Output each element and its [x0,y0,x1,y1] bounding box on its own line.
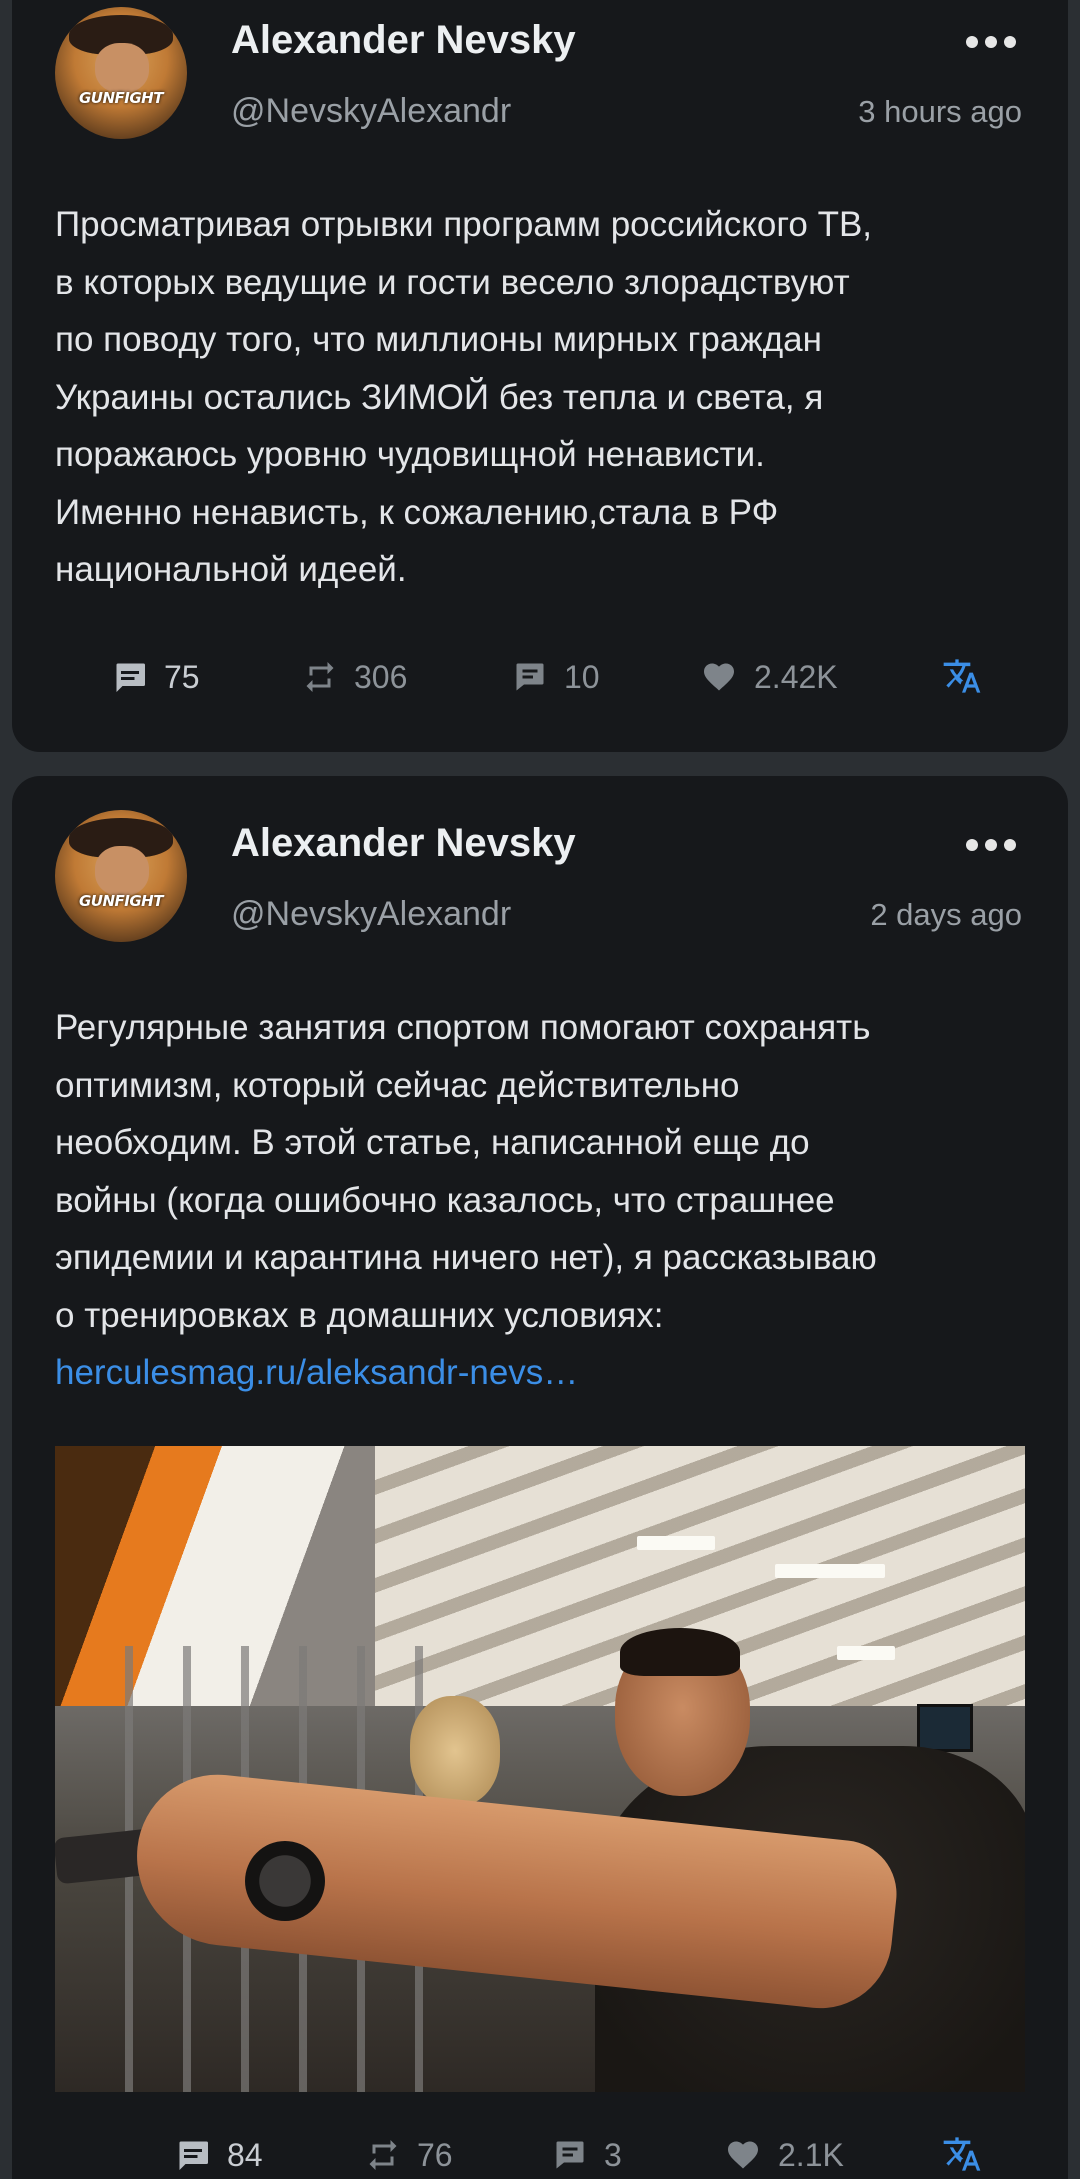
likes-button[interactable]: 2.42K [700,652,838,702]
post-actions: 75 306 10 2.42K [12,652,1068,702]
author-name[interactable]: Alexander Nevsky [231,821,576,866]
translate-icon[interactable] [942,656,982,696]
author-handle[interactable]: @NevskyAlexandr [231,895,511,934]
image-ceiling-light [837,1646,895,1660]
article-link[interactable]: herculesmag.ru/aleksandr-nevs… [55,1353,578,1392]
post-text-line: в которых ведущие и гости весело злорадс… [55,262,850,302]
image-ceiling-light [775,1564,885,1578]
post-text-line: о тренировках в домашних условиях: [55,1295,664,1335]
replies-button[interactable]: 75 [112,652,200,702]
retweets-count: 76 [417,2136,453,2173]
likes-count: 2.42K [754,658,838,695]
comment-icon [116,663,145,692]
quotes-count: 3 [604,2136,622,2173]
likes-count: 2.1K [778,2136,844,2173]
post-text-line: войны (когда ошибочно казалось, что стра… [55,1180,835,1220]
quote-icon [516,663,544,691]
post-text-line: эпидемии и карантина ничего нет), я расс… [55,1238,877,1277]
post-text-line: национальной идеей. [55,550,407,589]
post-timestamp[interactable]: 3 hours ago [858,94,1022,130]
retweets-button[interactable]: 76 [365,2130,453,2179]
author-handle[interactable]: @NevskyAlexandr [231,92,511,131]
image-wristwatch [245,1841,325,1921]
post-image[interactable] [55,1446,1025,2092]
more-options-icon[interactable] [966,837,1016,853]
post-timestamp[interactable]: 2 days ago [870,897,1022,933]
quote-icon [556,2141,584,2169]
author-name[interactable]: Alexander Nevsky [231,18,576,63]
author-avatar[interactable]: GUNFIGHT [55,810,187,942]
post-actions: 84 76 3 2.1K [12,2130,1068,2179]
post-text-line: Именно ненависть, к сожалению,стала в РФ [55,492,779,532]
post-text-line: Украины остались ЗИМОЙ без тепла и света… [55,377,824,417]
comment-icon [179,2141,208,2170]
heart-icon [728,2141,758,2169]
avatar-face [95,43,149,93]
retweets-count: 306 [354,658,408,695]
image-ceiling-light [637,1536,715,1550]
retweet-icon [369,2140,397,2170]
post-body: Регулярные занятия спортом помогают сохр… [55,999,1045,1402]
post-text-line: оптимизм, который сейчас действительно [55,1065,740,1105]
retweet-icon [306,662,334,692]
retweets-button[interactable]: 306 [302,652,407,702]
post-card[interactable]: GUNFIGHT Alexander Nevsky @NevskyAlexand… [12,0,1068,752]
translate-icon[interactable] [942,2134,982,2174]
image-person-hair [620,1628,740,1676]
replies-count: 84 [227,2136,263,2173]
post-body: Просматривая отрывки программ российског… [55,196,1045,599]
replies-count: 75 [164,658,200,695]
likes-button[interactable]: 2.1K [724,2130,844,2179]
image-tv [917,1704,973,1752]
post-text-line: Просматривая отрывки программ российског… [55,205,873,244]
quotes-button[interactable]: 3 [552,2130,622,2179]
avatar-logo-text: GUNFIGHT [79,89,163,107]
quotes-button[interactable]: 10 [512,652,600,702]
more-options-icon[interactable] [966,34,1016,50]
image-background-person [410,1696,500,1806]
heart-icon [704,663,734,691]
replies-button[interactable]: 84 [175,2130,263,2179]
author-avatar[interactable]: GUNFIGHT [55,7,187,139]
avatar-logo-text: GUNFIGHT [79,892,163,910]
timeline-feed: GUNFIGHT Alexander Nevsky @NevskyAlexand… [0,0,1080,2179]
avatar-face [95,846,149,896]
post-text-line: поражаюсь уровню чудовищной ненависти. [55,435,765,474]
post-text-line: необходим. В этой статье, написанной еще… [55,1123,810,1162]
post-text-line: по поводу того, что миллионы мирных граж… [55,320,822,359]
post-card[interactable]: GUNFIGHT Alexander Nevsky @NevskyAlexand… [12,776,1068,2179]
quotes-count: 10 [564,658,600,695]
post-text-line: Регулярные занятия спортом помогают сохр… [55,1008,871,1047]
